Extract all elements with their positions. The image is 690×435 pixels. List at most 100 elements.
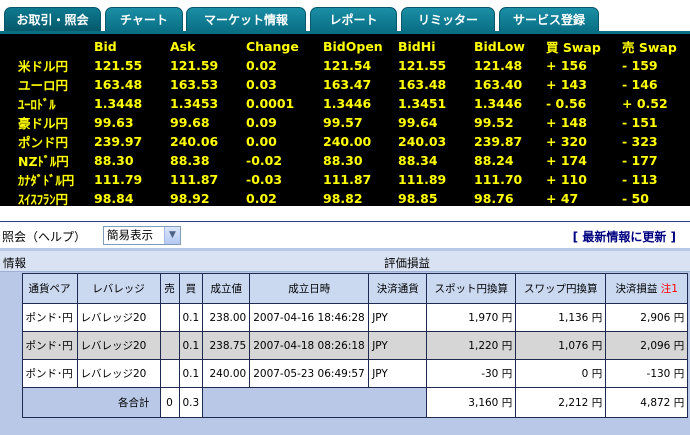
rates-cell-bidhi: 1.3451 (398, 96, 447, 111)
col-header-pl-label: 決済損益 (615, 283, 658, 295)
rates-row[interactable]: ユーロ円 163.48 163.53 0.03 163.47 163.48 163.40 + … (0, 75, 690, 94)
position-swap: 0 円 (515, 359, 607, 388)
rates-cell-ask: 163.53 (170, 77, 219, 92)
position-leverage: レバレッジ20 (76, 359, 161, 388)
rates-header-buy-swap: 買 Swap (546, 40, 601, 55)
row-lead (0, 331, 23, 360)
view-mode-value: 簡易表示 (107, 228, 153, 242)
position-datetime: 2007-05-23 06:49:57 (249, 359, 370, 388)
rates-cell-bidhi: 99.64 (398, 115, 438, 130)
tab-report[interactable]: レポート (310, 7, 397, 31)
rates-cell-bidhi: 121.55 (398, 58, 447, 73)
rates-cell-bid: 1.3448 (94, 96, 143, 111)
note-1-link[interactable]: 注1 (661, 283, 678, 295)
position-buy: 0.1 (178, 359, 204, 388)
rates-cell-bidhi: 163.48 (398, 77, 447, 92)
rates-cell-change: 0.0001 (246, 96, 295, 111)
refresh-link[interactable]: [ 最新情報に更新 ] (573, 228, 676, 245)
totals-sell: 0 (159, 387, 180, 418)
rates-cell-bidopen: 99.57 (323, 115, 363, 130)
position-pair: ポンド･円 (21, 303, 78, 332)
position-spot: 1,970 円 (426, 303, 517, 332)
rates-cell-bidlow: 111.70 (474, 172, 523, 187)
position-sell (159, 303, 180, 332)
tab-bar: お取引・照会 チャート マーケット情報 レポート リミッター サービス登録 (0, 0, 690, 34)
tab-trade-inquiry[interactable]: お取引・照会 (4, 7, 101, 31)
rates-cell-bidopen: 163.47 (323, 77, 372, 92)
position-sell (159, 359, 180, 388)
rates-header-bid: Bid (94, 39, 117, 54)
position-row[interactable]: ポンド･円 レバレッジ20 0.1 238.00 2007-04-16 18:46:28… (0, 303, 689, 332)
rates-cell-bid: 99.63 (94, 115, 134, 130)
totals-pl: 4,872 円 (605, 387, 689, 418)
rates-cell-bidopen: 88.30 (323, 153, 363, 168)
position-buy: 0.1 (178, 331, 204, 360)
rates-cell-change: 0.02 (246, 58, 277, 73)
rates-cell-change: 0.00 (246, 134, 277, 149)
rates-cell-ask: 88.38 (170, 153, 210, 168)
rates-row[interactable]: NZﾄﾞﾙ円 88.30 88.38 -0.02 88.30 88.34 88.24 + 17… (0, 151, 690, 170)
rates-cell-change: 0.09 (246, 115, 277, 130)
rates-cell-sell-swap: - 323 (622, 134, 658, 149)
section-position-info: 情報 (3, 256, 26, 270)
tab-chart[interactable]: チャート (105, 7, 183, 31)
position-pair: ポンド･円 (21, 331, 78, 360)
rates-cell-bidlow: 88.24 (474, 153, 514, 168)
rates-cell-buy-swap: + 174 (546, 153, 587, 168)
rates-cell-bid: 88.30 (94, 153, 134, 168)
position-buy: 0.1 (178, 303, 204, 332)
col-header-price: 成立値 (202, 273, 251, 304)
rates-pair-label: 米ドル円 (18, 59, 69, 74)
col-header-spot: スポット円換算 (426, 273, 517, 304)
rates-cell-bidhi: 88.34 (398, 153, 438, 168)
rates-cell-buy-swap: + 148 (546, 115, 587, 130)
rates-cell-ask: 1.3453 (170, 96, 219, 111)
totals-blank (202, 387, 428, 418)
rates-row[interactable]: ｶﾅﾀﾞﾄﾞﾙ円 111.79 111.87 -0.03 111.87 111.89 111… (0, 170, 690, 189)
rates-row[interactable]: 豪ドル円 99.63 99.68 0.09 99.57 99.64 99.52 + 148 - … (0, 113, 690, 132)
rates-cell-sell-swap: - 177 (622, 153, 658, 168)
position-price: 238.00 (202, 303, 251, 332)
rates-cell-bid: 239.97 (94, 134, 143, 149)
rates-header-bidopen: BidOpen (323, 39, 383, 54)
separator (0, 206, 690, 221)
position-pl: 2,906 円 (605, 303, 689, 332)
inquiry-panel: 照会（ヘルプ） 簡易表示 ▼ [ 最新情報に更新 ] 情報 評価損益 通貨ペア … (0, 221, 690, 435)
col-header-datetime: 成立日時 (249, 273, 370, 304)
position-leverage: レバレッジ20 (76, 303, 161, 332)
position-leverage: レバレッジ20 (76, 331, 161, 360)
tab-limiter[interactable]: リミッター (401, 7, 495, 31)
rates-board: Bid Ask Change BidOpen BidHi BidLow 買 Sw… (0, 34, 690, 207)
totals-spot: 3,160 円 (426, 387, 517, 418)
position-spot: -30 円 (426, 359, 517, 388)
rates-cell-change: 0.03 (246, 77, 277, 92)
position-row[interactable]: ポンド･円 レバレッジ20 0.1 238.75 2007-04-18 08:26:18… (0, 331, 689, 360)
tab-service-registration[interactable]: サービス登録 (499, 7, 599, 31)
rates-cell-sell-swap: - 113 (622, 172, 658, 187)
rates-header-pair (0, 37, 94, 56)
rates-cell-change: -0.02 (246, 153, 283, 168)
rates-cell-ask: 121.59 (170, 58, 219, 73)
col-header-pair: 通貨ペア (21, 273, 78, 304)
position-swap: 1,136 円 (515, 303, 607, 332)
rates-row[interactable]: ポンド円 239.97 240.06 0.00 240.00 240.03 239.87 + … (0, 132, 690, 151)
rates-row[interactable]: ﾕｰﾛﾄﾞﾙ 1.3448 1.3453 0.0001 1.3446 1.3451 1.34… (0, 94, 690, 113)
col-header-currency: 決済通貨 (368, 273, 428, 304)
position-pl: 2,096 円 (605, 331, 689, 360)
chevron-down-icon[interactable]: ▼ (164, 227, 180, 244)
view-mode-select[interactable]: 簡易表示 ▼ (103, 226, 181, 245)
position-sell (159, 331, 180, 360)
tab-market-info[interactable]: マーケット情報 (186, 7, 306, 31)
position-spot: 1,220 円 (426, 331, 517, 360)
rates-cell-sell-swap: - 151 (622, 115, 658, 130)
position-pair: ポンド･円 (21, 359, 78, 388)
rates-cell-bidopen: 121.54 (323, 58, 372, 73)
panel-title[interactable]: 照会（ヘルプ） (2, 228, 86, 245)
rates-row[interactable]: 米ドル円 121.55 121.59 0.02 121.54 121.55 121.48 + … (0, 56, 690, 75)
rates-cell-bid: 111.79 (94, 172, 143, 187)
rates-pair-label: ユーロ円 (18, 78, 69, 93)
positions-header-row: 通貨ペア レバレッジ 売 買 成立値 成立日時 決済通貨 スポット円換算 スワッ… (0, 273, 689, 304)
position-row[interactable]: ポンド･円 レバレッジ20 0.1 240.00 2007-05-23 06:49:57… (0, 359, 689, 388)
rates-header-ask: Ask (170, 39, 196, 54)
section-header-row: 情報 評価損益 (0, 251, 690, 272)
